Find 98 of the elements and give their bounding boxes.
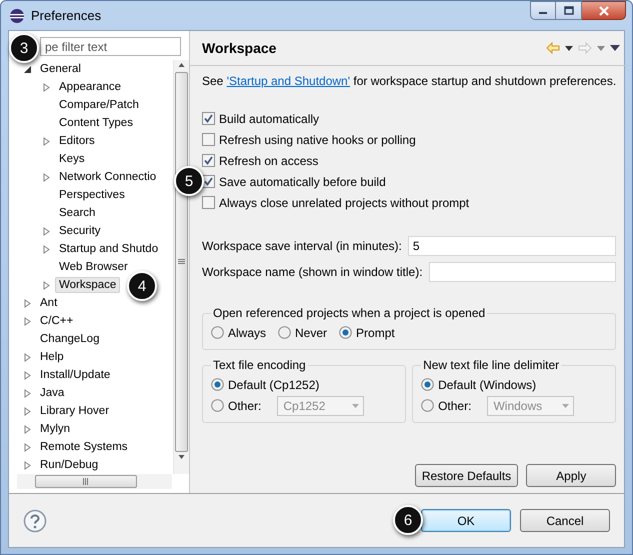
- tree-item[interactable]: Help: [36, 349, 68, 366]
- expand-triangle-icon[interactable]: [22, 370, 32, 380]
- tree-item[interactable]: ChangeLog: [36, 331, 104, 348]
- tree-item[interactable]: Content Types: [55, 115, 137, 132]
- tree-item[interactable]: Appearance: [55, 79, 126, 96]
- radio-label: Other:: [438, 398, 472, 412]
- callout-badge: 6: [393, 505, 423, 535]
- callout-badge: 3: [9, 33, 39, 63]
- tree-item[interactable]: Keys: [55, 151, 89, 168]
- text-field[interactable]: 5: [408, 236, 616, 256]
- expand-triangle-icon[interactable]: [42, 244, 50, 254]
- checkbox[interactable]: [202, 196, 215, 209]
- expand-triangle-icon[interactable]: [42, 136, 50, 146]
- checkbox-label: Always close unrelated projects without prompt: [219, 196, 470, 210]
- checkbox-label: Refresh using native hooks or polling: [219, 132, 416, 146]
- dropdown-caret-icon: [352, 404, 360, 408]
- minimize-button[interactable]: [530, 1, 556, 20]
- checkbox[interactable]: [202, 112, 215, 125]
- expand-triangle-icon[interactable]: [22, 424, 32, 434]
- tree-item[interactable]: Library Hover: [36, 403, 114, 420]
- app-icon: [9, 8, 25, 24]
- expand-triangle-icon[interactable]: [22, 388, 32, 398]
- view-menu-icon[interactable]: [610, 45, 620, 51]
- radio-button[interactable]: [211, 399, 224, 412]
- tree-item[interactable]: Workspace: [55, 277, 120, 294]
- tree-item[interactable]: Network Connectio: [55, 169, 160, 186]
- radio-button[interactable]: [278, 326, 292, 339]
- expand-triangle-icon[interactable]: [22, 352, 32, 362]
- radio-label: Default (Windows): [438, 378, 536, 392]
- page-button[interactable]: Apply: [526, 464, 616, 487]
- close-button[interactable]: [582, 1, 626, 20]
- field-label: Workspace name (shown in window title):: [202, 265, 423, 279]
- group-title: Text file encoding: [212, 358, 307, 372]
- field-label: Workspace save interval (in minutes):: [202, 239, 402, 253]
- checkbox[interactable]: [202, 133, 215, 146]
- group-title: New text file line delimiter: [422, 358, 560, 372]
- expand-triangle-icon[interactable]: [22, 298, 32, 308]
- dropdown-value: Cp1252: [283, 398, 326, 412]
- tree-item[interactable]: General: [36, 61, 85, 78]
- dropdown-value: Windows: [493, 398, 542, 412]
- tree-item[interactable]: Compare/Patch: [55, 97, 143, 114]
- dialog-button[interactable]: Cancel: [520, 509, 610, 532]
- dropdown-caret-icon: [562, 404, 570, 408]
- window-title: Preferences: [31, 8, 102, 23]
- tree-item[interactable]: Editors: [55, 133, 99, 150]
- tree-item[interactable]: Startup and Shutdo: [55, 241, 162, 258]
- grip-icon: [178, 259, 185, 266]
- text-field[interactable]: [428, 262, 616, 282]
- tree-item[interactable]: Run/Debug: [36, 457, 102, 474]
- grip-icon: [82, 478, 90, 486]
- help-icon: [23, 508, 47, 532]
- radio-label: Never: [295, 326, 328, 340]
- horizontal-scrollbar[interactable]: [17, 474, 172, 489]
- radio-button[interactable]: [211, 326, 224, 339]
- page-button[interactable]: Restore Defaults: [414, 464, 518, 487]
- expand-triangle-icon[interactable]: [42, 82, 50, 92]
- expand-triangle-icon[interactable]: [22, 316, 32, 326]
- filter-field[interactable]: pe filter text: [40, 37, 181, 56]
- checkbox[interactable]: [202, 154, 215, 167]
- callout-badge: 4: [127, 271, 157, 302]
- group-title: Open referenced projects when a project is opened: [212, 306, 486, 320]
- tree-item[interactable]: Ant: [36, 295, 62, 312]
- radio-label: Other:: [228, 398, 262, 412]
- tree-item[interactable]: Perspectives: [55, 187, 129, 204]
- expand-triangle-icon[interactable]: [42, 172, 50, 182]
- checkbox-label: Refresh on access: [219, 154, 318, 168]
- checkbox-label: Save automatically before build: [219, 174, 386, 188]
- description-text: See 'Startup and Shutdown' for workspace startup and shutdown preferences.: [202, 74, 616, 88]
- collapse-triangle-icon[interactable]: [22, 64, 32, 74]
- back-arrow-icon[interactable]: [546, 42, 560, 54]
- tree-item[interactable]: Mylyn: [36, 421, 74, 438]
- tree-item[interactable]: Install/Update: [36, 367, 114, 384]
- tree-item[interactable]: Java: [36, 385, 68, 402]
- radio-label: Default (Cp1252): [228, 378, 320, 392]
- radio-button[interactable]: [421, 399, 434, 412]
- tree-item[interactable]: C/C++: [36, 313, 78, 330]
- tree-item[interactable]: Search: [55, 205, 100, 222]
- checkbox[interactable]: [202, 175, 215, 188]
- expand-triangle-icon[interactable]: [42, 226, 50, 236]
- checkbox-label: Build automatically: [219, 112, 320, 126]
- expand-triangle-icon[interactable]: [42, 280, 50, 290]
- radio-button[interactable]: [211, 378, 224, 391]
- tree-item[interactable]: Remote Systems: [36, 439, 132, 456]
- close-icon: [598, 6, 610, 16]
- radio-button[interactable]: [339, 326, 352, 339]
- maximize-icon: [564, 6, 574, 15]
- expand-triangle-icon[interactable]: [22, 442, 32, 452]
- radio-button[interactable]: [421, 378, 434, 391]
- dropdown-caret-icon[interactable]: [565, 46, 574, 50]
- radio-label: Always: [228, 326, 266, 340]
- expand-triangle-icon[interactable]: [22, 406, 32, 416]
- dialog-button[interactable]: OK: [421, 509, 511, 532]
- startup-link[interactable]: 'Startup and Shutdown': [226, 74, 350, 88]
- radio-label: Prompt: [356, 326, 395, 340]
- tree-item[interactable]: Security: [55, 223, 105, 240]
- maximize-button[interactable]: [556, 1, 582, 20]
- expand-triangle-icon[interactable]: [22, 460, 32, 470]
- page-title: Workspace: [202, 40, 278, 56]
